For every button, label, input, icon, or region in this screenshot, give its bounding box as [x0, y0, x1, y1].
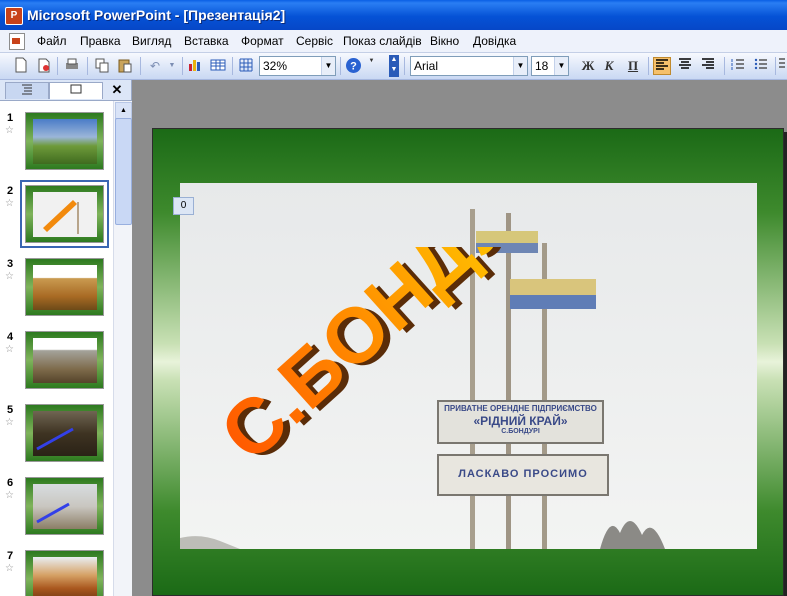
slide-thumb-1[interactable]: 1 ☆: [0, 112, 113, 182]
menu-insert[interactable]: Вставка: [184, 34, 229, 48]
font-value: Arial: [414, 59, 439, 73]
menu-bar: Файл Правка Вигляд Вставка Формат Сервіс…: [0, 30, 787, 53]
align-left-button[interactable]: [653, 57, 671, 75]
slide-workspace: ПРИВАТНЕ ОРЕНДНЕ ПІДПРИЄМСТВО «РІДНИЙ КР…: [132, 80, 787, 596]
toolbar: ↶ ▼ 32% ▼ ? ▼ ▲ ▼ Arial ▼ 18 ▼ Ж К П: [0, 53, 787, 80]
undo-icon[interactable]: ↶: [146, 57, 164, 75]
chevron-down-icon[interactable]: ▼: [321, 57, 335, 75]
slide-number: 4: [7, 331, 14, 343]
window-title: Microsoft PowerPoint - [Презентація2]: [27, 7, 286, 23]
numbered-list-icon[interactable]: [729, 57, 747, 75]
animation-star-icon: ☆: [5, 344, 14, 355]
slide-image: [33, 192, 97, 237]
slide-number: 3: [7, 258, 14, 270]
undo-dropdown-icon[interactable]: ▼: [163, 57, 181, 75]
slide-image: [33, 411, 97, 456]
menu-edit[interactable]: Правка: [80, 34, 121, 48]
slide-thumb-6[interactable]: 6 ☆: [0, 477, 113, 547]
bulleted-list-icon[interactable]: [752, 57, 770, 75]
menu-file[interactable]: Файл: [37, 34, 67, 48]
open-icon[interactable]: [35, 57, 53, 75]
slide-thumbnails: 1 ☆ 2 ☆ 3 ☆ 4 ☆ 5 ☆ 6 ☆ 7 ☆: [0, 101, 113, 596]
toolbar-options-icon[interactable]: ▼: [368, 57, 375, 75]
animation-order-tag[interactable]: 0: [173, 197, 194, 215]
slide-image: [33, 338, 97, 383]
slides-pane: ✕ 1 ☆ 2 ☆ 3 ☆ 4 ☆ 5 ☆ 6 ☆ 7 ☆ ▲: [0, 80, 132, 596]
slide-thumb-3[interactable]: 3 ☆: [0, 258, 113, 328]
slide-thumb-2[interactable]: 2 ☆: [0, 180, 113, 255]
tab-slides[interactable]: [49, 82, 103, 99]
font-select[interactable]: Arial ▼: [410, 56, 528, 76]
font-size-value: 18: [535, 59, 549, 73]
animation-star-icon: ☆: [5, 490, 14, 501]
animation-star-icon: ☆: [5, 198, 14, 209]
zoom-value: 32%: [263, 59, 288, 73]
slide-number: 2: [7, 185, 14, 197]
pane-tabs: ✕: [0, 80, 131, 101]
slide-thumbnail[interactable]: [25, 550, 104, 596]
outline-icon: [22, 84, 32, 95]
new-icon[interactable]: [12, 57, 30, 75]
print-icon[interactable]: [63, 57, 81, 75]
slide-thumbnail[interactable]: [25, 258, 104, 316]
bold-button[interactable]: Ж: [579, 57, 597, 75]
tab-outline[interactable]: [5, 82, 49, 99]
menu-tools[interactable]: Сервіс: [296, 34, 333, 48]
zoom-select[interactable]: 32% ▼: [259, 56, 336, 76]
align-right-button[interactable]: [699, 57, 717, 75]
slide-thumb-7[interactable]: 7 ☆: [0, 550, 113, 596]
menu-slide-show[interactable]: Показ слайдів: [343, 34, 422, 48]
slide-thumbnail[interactable]: [25, 331, 104, 389]
more-icon[interactable]: [778, 57, 786, 75]
slide-image: [33, 265, 97, 310]
chevron-down-icon[interactable]: ▼: [554, 57, 568, 75]
slide-thumb-5[interactable]: 5 ☆: [0, 404, 113, 474]
menu-format[interactable]: Формат: [241, 34, 284, 48]
svg-text:?: ?: [350, 61, 357, 73]
animation-star-icon: ☆: [5, 125, 14, 136]
slide-thumbnail[interactable]: [20, 180, 109, 248]
chevron-down-icon[interactable]: ▼: [513, 57, 527, 75]
slide-number: 7: [7, 550, 14, 562]
wordart-title[interactable]: С.БОНДУРІ С.БОНДУРІ: [215, 247, 575, 507]
copy-icon[interactable]: [93, 57, 111, 75]
slide-image: [33, 484, 97, 529]
grid-icon[interactable]: [237, 57, 255, 75]
menu-help[interactable]: Довідка: [473, 34, 516, 48]
chart-icon[interactable]: [186, 57, 204, 75]
slide-canvas[interactable]: ПРИВАТНЕ ОРЕНДНЕ ПІДПРИЄМСТВО «РІДНИЙ КР…: [152, 128, 784, 596]
slide-thumb-4[interactable]: 4 ☆: [0, 331, 113, 401]
slide-number: 5: [7, 404, 14, 416]
slide-image: [33, 119, 97, 164]
animation-star-icon: ☆: [5, 271, 14, 282]
table-icon[interactable]: [209, 57, 227, 75]
powerpoint-app-icon[interactable]: P: [5, 7, 23, 25]
thumbnail-scrollbar[interactable]: ▲: [113, 101, 132, 596]
scrollbar-thumb[interactable]: [115, 118, 132, 225]
slide-number: 1: [7, 112, 14, 124]
slide-image: [33, 557, 97, 596]
underline-button[interactable]: П: [624, 57, 642, 75]
italic-button[interactable]: К: [600, 57, 618, 75]
font-size-select[interactable]: 18 ▼: [531, 56, 569, 76]
animation-star-icon: ☆: [5, 563, 14, 574]
help-icon[interactable]: ?: [344, 57, 362, 75]
scroll-up-icon[interactable]: ▲: [115, 102, 132, 119]
slide-thumbnail[interactable]: [25, 404, 104, 462]
document-icon[interactable]: [9, 33, 25, 50]
paste-icon[interactable]: [116, 57, 134, 75]
toolbar-expand-icon[interactable]: ▲ ▼: [389, 55, 399, 77]
animation-star-icon: ☆: [5, 417, 14, 428]
align-center-button[interactable]: [676, 57, 694, 75]
title-bar: P Microsoft PowerPoint - [Презентація2]: [0, 0, 787, 30]
slide-thumbnail[interactable]: [25, 477, 104, 535]
slide-number: 6: [7, 477, 14, 489]
slides-icon: [70, 84, 82, 94]
slide-thumbnail[interactable]: [25, 112, 104, 170]
menu-view[interactable]: Вигляд: [132, 34, 171, 48]
close-icon[interactable]: ✕: [108, 82, 126, 99]
menu-window[interactable]: Вікно: [430, 34, 459, 48]
